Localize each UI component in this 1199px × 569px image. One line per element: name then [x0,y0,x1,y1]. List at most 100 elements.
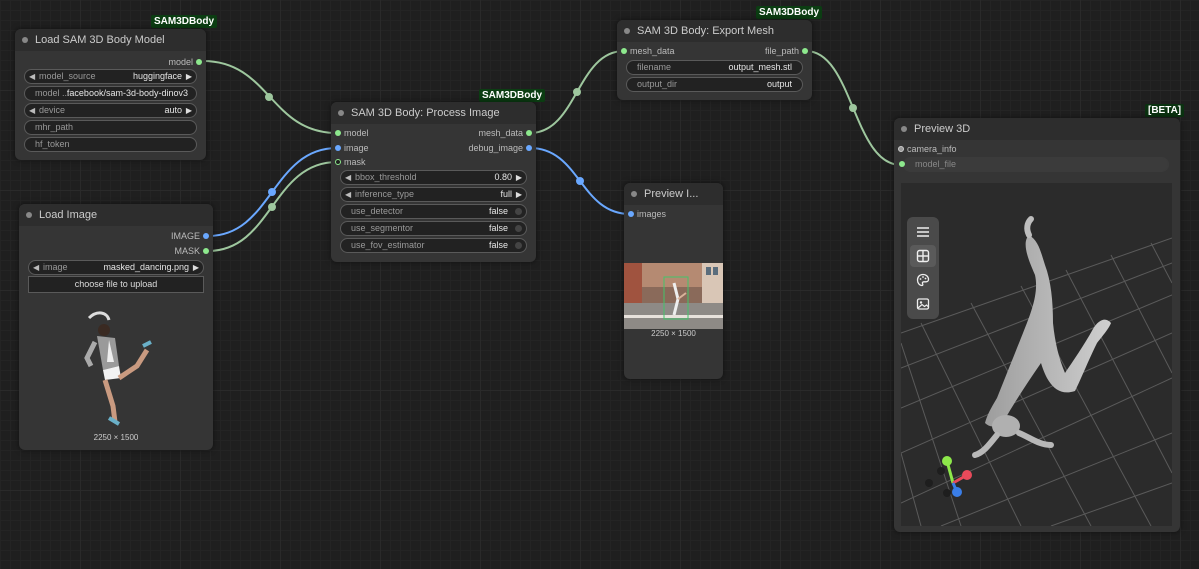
link-file-path-midpoint [849,104,857,112]
node-graph-canvas[interactable]: SAM3DBody SAM3DBody SAM3DBody [BETA] Loa… [0,0,1199,569]
input-pin[interactable] [621,48,627,54]
input-slot-model[interactable]: model [331,126,369,140]
node-title-bar[interactable]: SAM 3D Body: Export Mesh [617,20,812,42]
output-slot-model[interactable]: model [168,55,206,69]
node-title-bar[interactable]: Preview I... [624,183,723,205]
input-slot-image[interactable]: image [331,141,369,155]
arrow-right-icon[interactable]: ▶ [186,104,192,117]
load-model-node[interactable]: Load SAM 3D Body Model model ◀ model_sou… [15,29,206,160]
output-pin[interactable] [203,248,209,254]
widget-model-name[interactable]: model ... facebook/sam-3d-body-dinov3 [24,86,197,101]
input-pin[interactable] [898,146,904,152]
export-mesh-node[interactable]: SAM 3D Body: Export Mesh mesh_data file_… [617,20,812,100]
arrow-left-icon[interactable]: ◀ [345,171,351,184]
input-pin[interactable] [628,211,634,217]
input-slot-camera-info[interactable]: camera_info [894,142,957,156]
3d-viewport[interactable] [901,183,1172,526]
input-pin[interactable] [335,145,341,151]
arrow-left-icon[interactable]: ◀ [345,188,351,201]
widget-device[interactable]: ◀ device auto ▶ [24,103,197,118]
load-image-node[interactable]: Load Image IMAGE MASK ◀ image masked_dan… [19,204,213,450]
collapse-dot[interactable] [26,212,32,218]
arrow-right-icon[interactable]: ▶ [193,261,199,274]
node-title-bar[interactable]: SAM 3D Body: Process Image [331,102,536,124]
collapse-dot[interactable] [338,110,344,116]
input-pin[interactable] [899,161,905,167]
link-model-midpoint [265,93,273,101]
toggle-knob[interactable] [515,242,522,249]
output-slot-mask[interactable]: MASK [174,244,213,258]
input-pin[interactable] [335,130,341,136]
arrow-right-icon[interactable]: ▶ [186,70,192,83]
input-pin[interactable] [335,159,341,165]
widget-use-segmentor[interactable]: use_segmentor false [340,221,527,236]
output-pin[interactable] [526,130,532,136]
badge-beta: [BETA] [1145,104,1185,117]
collapse-dot[interactable] [22,37,28,43]
input-slot-images[interactable]: images [624,207,666,221]
node-title-bar[interactable]: Load Image [19,204,213,226]
arrow-left-icon[interactable]: ◀ [29,104,35,117]
process-image-node[interactable]: SAM 3D Body: Process Image model image m… [331,102,536,262]
output-pin[interactable] [203,233,209,239]
node-title: Preview 3D [914,123,971,135]
widget-filename[interactable]: filename output_mesh.stl [626,60,803,75]
input-slot-mask[interactable]: mask [331,155,366,169]
widget-hf-token[interactable]: hf_token [24,137,197,152]
link-debug-image-midpoint [576,177,584,185]
widget-inference-type[interactable]: ◀ inference_type full ▶ [340,187,527,202]
slot-label: file_path [764,46,799,56]
menu-icon[interactable] [910,221,936,243]
preview-image-node[interactable]: Preview I... images 2250 × 1500 [624,183,723,379]
widget-use-fov-estimator[interactable]: use_fov_estimator false [340,238,527,253]
collapse-dot[interactable] [624,28,630,34]
arrow-right-icon[interactable]: ▶ [516,171,522,184]
node-title-bar[interactable]: Preview 3D [894,118,1180,140]
arrow-left-icon[interactable]: ◀ [29,70,35,83]
widget-use-detector[interactable]: use_detector false [340,204,527,219]
output-slot-image[interactable]: IMAGE [171,229,213,243]
output-slot-mesh-data[interactable]: mesh_data [478,126,536,140]
toggle-knob[interactable] [515,208,522,215]
slot-label: image [344,143,369,153]
dancer-image [84,311,152,426]
collapse-dot[interactable] [901,126,907,132]
slot-label: debug_image [468,143,523,153]
widget-label: bbox_threshold [355,172,417,182]
widget-model-source[interactable]: ◀ model_source huggingface ▶ [24,69,197,84]
palette-icon[interactable] [910,269,936,291]
slot-label: MASK [174,246,200,256]
output-pin[interactable] [196,59,202,65]
preview-3d-node[interactable]: Preview 3D camera_info model_file [894,118,1180,532]
slot-label: images [637,209,667,219]
collapse-dot[interactable] [631,191,637,197]
image-icon[interactable] [910,293,936,315]
widget-label: use_segmentor [351,223,414,233]
choose-file-button[interactable]: choose file to upload [28,276,204,293]
input-slot-model-file[interactable]: model_file [899,157,1169,172]
widget-image-select[interactable]: ◀ image masked_dancing.png ▶ [28,260,204,275]
output-pin[interactable] [802,48,808,54]
node-title: SAM 3D Body: Export Mesh [637,25,774,37]
widget-output-dir[interactable]: output_dir output [626,77,803,92]
grid-icon[interactable] [910,245,936,267]
toggle-knob[interactable] [515,225,522,232]
slot-label: model [344,128,369,138]
slot-label: mesh_data [630,46,675,56]
widget-bbox-threshold[interactable]: ◀ bbox_threshold 0.80 ▶ [340,170,527,185]
widget-mhr-path[interactable]: mhr_path [24,120,197,135]
widget-label: use_fov_estimator [351,240,425,250]
output-slot-debug-image[interactable]: debug_image [468,141,536,155]
widget-value: 0.80 [494,172,512,182]
output-pin[interactable] [526,145,532,151]
link-mask [207,161,338,252]
widget-value: huggingface [132,71,182,81]
widget-value: output [766,79,792,89]
link-file-path [805,50,902,166]
arrow-right-icon[interactable]: ▶ [516,188,522,201]
arrow-left-icon[interactable]: ◀ [33,261,39,274]
input-slot-mesh-data[interactable]: mesh_data [617,44,675,58]
link-debug-image [529,147,631,215]
node-title-bar[interactable]: Load SAM 3D Body Model [15,29,206,51]
output-slot-file-path[interactable]: file_path [765,44,812,58]
